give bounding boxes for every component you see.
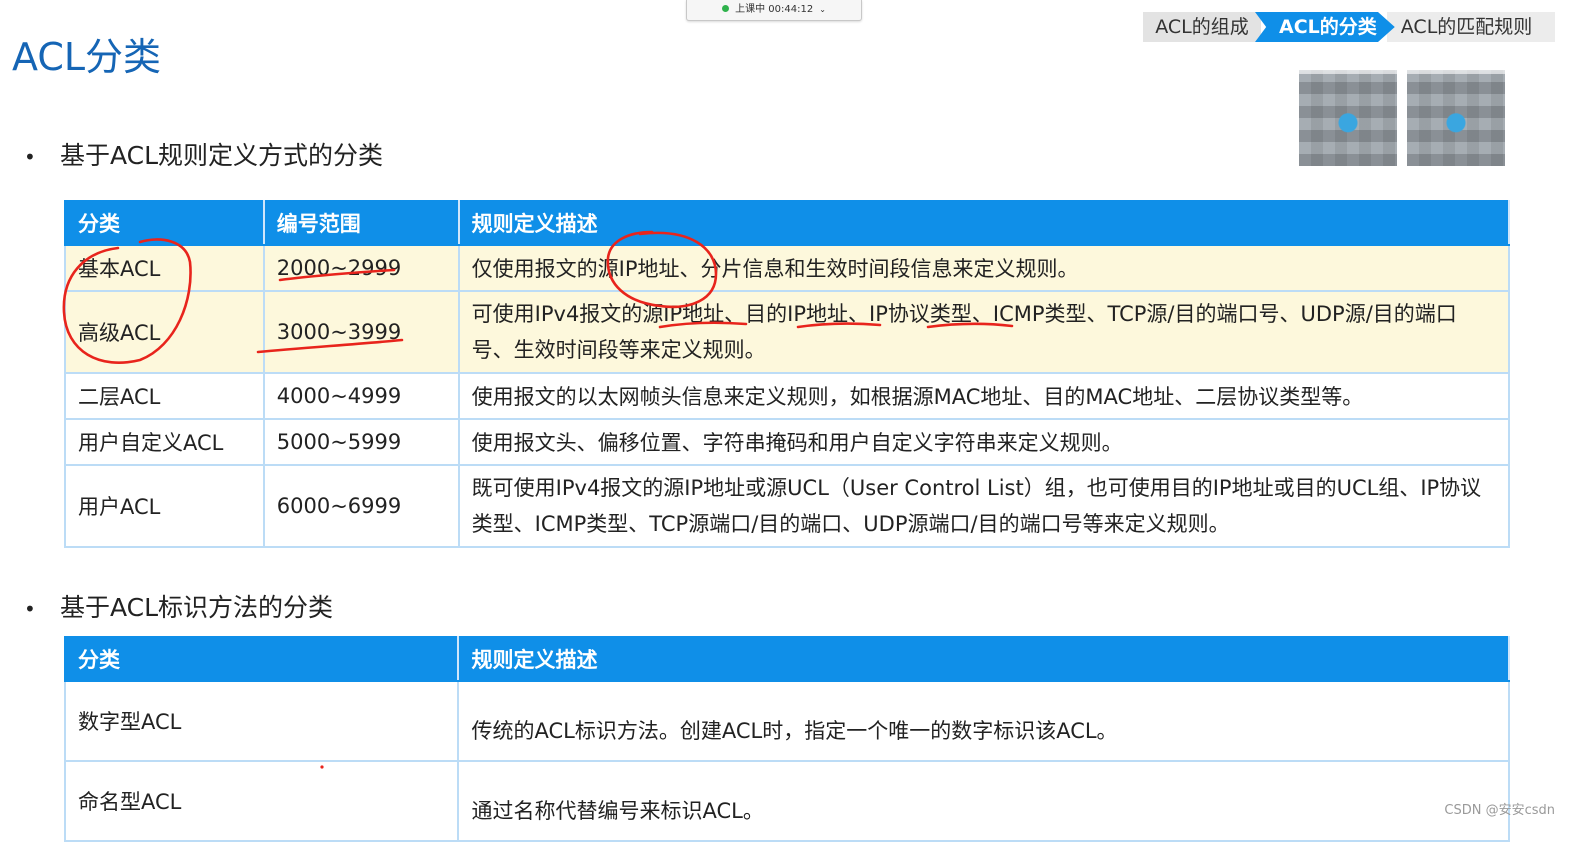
breadcrumb-item-classification[interactable]: ACL的分类 bbox=[1255, 12, 1395, 42]
category-cell: 用户ACL bbox=[64, 464, 265, 548]
category-cell: 二层ACL bbox=[64, 372, 265, 420]
section-heading-identification: • 基于ACL标识方法的分类 bbox=[24, 588, 333, 624]
table-row: 数字型ACL 传统的ACL标识方法。创建ACL时，指定一个唯一的数字标识该ACL… bbox=[63, 680, 1510, 762]
range-cell: 2000~2999 bbox=[262, 244, 460, 292]
table-row: 基本ACL 2000~2999 仅使用报文的源IP地址、分片信息和生效时间段信息… bbox=[64, 244, 1511, 292]
category-cell: 用户自定义ACL bbox=[64, 418, 265, 466]
column-header-range: 编号范围 bbox=[262, 200, 460, 246]
blur-overlay bbox=[1275, 44, 1585, 74]
class-status-pill[interactable]: 上课中 00:44:12 ⌄ bbox=[686, 0, 862, 21]
category-cell: 高级ACL bbox=[64, 290, 265, 374]
watermark: CSDN @安安csdn bbox=[1444, 803, 1555, 818]
column-header-description: 规则定义描述 bbox=[457, 200, 1511, 246]
description-cell: 仅使用报文的源IP地址、分片信息和生效时间段信息来定义规则。 bbox=[457, 244, 1511, 292]
range-cell: 4000~4999 bbox=[262, 372, 460, 420]
description-cell: 传统的ACL标识方法。创建ACL时，指定一个唯一的数字标识该ACL。 bbox=[457, 680, 1510, 762]
live-indicator-icon bbox=[722, 5, 730, 12]
acl-identification-table: 分类 规则定义描述 数字型ACL 传统的ACL标识方法。创建ACL时，指定一个唯… bbox=[63, 636, 1510, 842]
column-header-category: 分类 bbox=[64, 200, 265, 246]
bullet-icon: • bbox=[24, 597, 36, 621]
range-cell: 5000~5999 bbox=[262, 418, 460, 466]
description-cell: 既可使用IPv4报文的源IP地址或源UCL（User Control List）… bbox=[457, 464, 1511, 548]
breadcrumb-item-composition[interactable]: ACL的组成 bbox=[1143, 12, 1261, 42]
description-cell: 可使用IPv4报文的源IP地址、目的IP地址、IP协议类型、ICMP类型、TCP… bbox=[457, 290, 1511, 374]
status-text: 上课中 00:44:12 bbox=[735, 4, 814, 15]
participant-video-thumbnail[interactable] bbox=[1407, 70, 1505, 166]
column-header-description: 规则定义描述 bbox=[457, 636, 1510, 682]
description-cell: 使用报文头、偏移位置、字符串掩码和用户自定义字符串来定义规则。 bbox=[457, 418, 1511, 466]
table-header-row: 分类 规则定义描述 bbox=[63, 636, 1510, 682]
table-row: 二层ACL 4000~4999 使用报文的以太网帧头信息来定义规则，如根据源MA… bbox=[64, 372, 1511, 420]
description-cell: 通过名称代替编号来标识ACL。 bbox=[457, 760, 1510, 842]
table-row: 用户ACL 6000~6999 既可使用IPv4报文的源IP地址或源UCL（Us… bbox=[64, 464, 1511, 548]
video-thumbnails bbox=[1275, 44, 1585, 169]
table-row: 用户自定义ACL 5000~5999 使用报文头、偏移位置、字符串掩码和用户自定… bbox=[64, 418, 1511, 466]
section-heading-rule-definition: • 基于ACL规则定义方式的分类 bbox=[24, 136, 383, 172]
section-heading-text: 基于ACL规则定义方式的分类 bbox=[60, 141, 384, 170]
table-row: 命名型ACL 通过名称代替编号来标识ACL。 bbox=[63, 760, 1510, 842]
category-cell: 数字型ACL bbox=[63, 680, 460, 762]
category-cell: 命名型ACL bbox=[63, 760, 460, 842]
breadcrumb: ACL的组成 ACL的分类 ACL的匹配规则 bbox=[1143, 12, 1555, 42]
bullet-icon: • bbox=[24, 145, 36, 169]
acl-rule-definition-table: 分类 编号范围 规则定义描述 基本ACL 2000~2999 仅使用报文的源IP… bbox=[64, 200, 1511, 548]
chevron-down-icon[interactable]: ⌄ bbox=[819, 5, 826, 14]
participant-video-thumbnail[interactable] bbox=[1299, 70, 1397, 166]
table-row: 高级ACL 3000~3999 可使用IPv4报文的源IP地址、目的IP地址、I… bbox=[64, 290, 1511, 374]
table-header-row: 分类 编号范围 规则定义描述 bbox=[64, 200, 1511, 246]
column-header-category: 分类 bbox=[63, 636, 460, 682]
range-cell: 3000~3999 bbox=[262, 290, 460, 374]
category-cell: 基本ACL bbox=[64, 244, 265, 292]
description-cell: 使用报文的以太网帧头信息来定义规则，如根据源MAC地址、目的MAC地址、二层协议… bbox=[457, 372, 1511, 420]
section-heading-text: 基于ACL标识方法的分类 bbox=[60, 593, 334, 622]
range-cell: 6000~6999 bbox=[262, 464, 460, 548]
page-title: ACL分类 bbox=[12, 35, 162, 79]
breadcrumb-item-matching-rules[interactable]: ACL的匹配规则 bbox=[1386, 12, 1555, 42]
